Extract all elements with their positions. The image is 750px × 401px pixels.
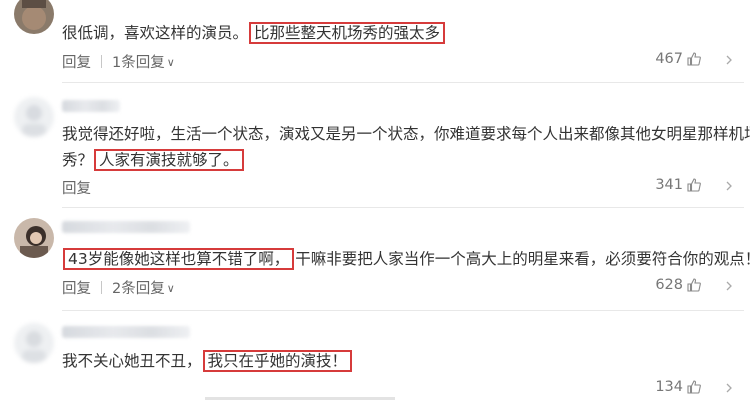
chevron-right-icon [726, 281, 732, 291]
avatar-image [14, 218, 54, 258]
chevron-down-icon: ∨ [166, 56, 175, 69]
divider [62, 207, 744, 208]
highlight-box: 人家有演技就够了。 [94, 149, 244, 171]
highlight-box: 43岁能像她这样也算不错了啊， [63, 248, 295, 270]
thumbs-up-icon [687, 278, 701, 292]
avatar-image [14, 0, 54, 34]
view-replies-button[interactable]: 1条回复 ∨ [112, 51, 175, 72]
chevron-right-icon [726, 383, 732, 393]
thumbs-up-icon [687, 178, 701, 192]
comment-text: 43岁能像她这样也算不错了啊， 干嘛非要把人家当作一个高大上的明星来看，必须要符合… [62, 245, 750, 273]
comment-actions: 回复 2条回复 ∨ [62, 277, 175, 298]
avatar[interactable] [14, 97, 54, 137]
separator [101, 55, 102, 68]
scroll-indicator [205, 397, 395, 400]
divider [62, 310, 744, 311]
avatar-image [14, 97, 54, 137]
comment-actions: 回复 1条回复 ∨ [62, 51, 175, 72]
username-blurred [62, 100, 120, 112]
reply-button[interactable]: 回复 [62, 177, 91, 198]
comment-text-line-1: 我觉得还好啦，生活一个状态，演戏又是另一个状态，你难道要求每个人出来都像其他女明… [62, 125, 750, 143]
like-count: 134 [655, 379, 683, 395]
more-button[interactable] [718, 377, 740, 399]
comment-text: 我不关心她丑不丑， 我只在乎她的演技！ [62, 347, 734, 375]
like-button[interactable]: 467 [655, 51, 702, 67]
like-count: 628 [655, 277, 683, 293]
more-button[interactable] [718, 49, 740, 71]
comment-text-line-2: 秀？ 人家有演技就够了。 [62, 146, 734, 174]
comment-actions: 回复 [62, 177, 91, 198]
divider [62, 82, 744, 83]
highlight-box: 我只在乎她的演技！ [202, 350, 353, 372]
like-button[interactable]: 628 [655, 277, 702, 293]
reply-button[interactable]: 回复 [62, 51, 91, 72]
like-button[interactable]: 134 [655, 379, 702, 395]
thumbs-up-icon [687, 52, 701, 66]
like-count: 341 [655, 177, 683, 193]
comment-text: 很低调，喜欢这样的演员。 比那些整天机场秀的强太多 [62, 19, 734, 47]
chevron-right-icon [726, 55, 732, 65]
reply-button[interactable]: 回复 [62, 277, 91, 298]
username-blurred [62, 221, 190, 233]
avatar-image [14, 323, 54, 363]
more-button[interactable] [718, 175, 740, 197]
view-replies-button[interactable]: 2条回复 ∨ [112, 277, 175, 298]
like-count: 467 [655, 51, 683, 67]
separator [101, 281, 102, 294]
thumbs-up-icon [687, 380, 701, 394]
avatar[interactable] [14, 323, 54, 363]
like-button[interactable]: 341 [655, 177, 702, 193]
avatar[interactable] [14, 0, 54, 34]
highlight-box: 比那些整天机场秀的强太多 [249, 22, 446, 44]
username-blurred [62, 326, 190, 338]
chevron-down-icon: ∨ [166, 282, 175, 295]
chevron-right-icon [726, 181, 732, 191]
more-button[interactable] [718, 275, 740, 297]
avatar[interactable] [14, 218, 54, 258]
